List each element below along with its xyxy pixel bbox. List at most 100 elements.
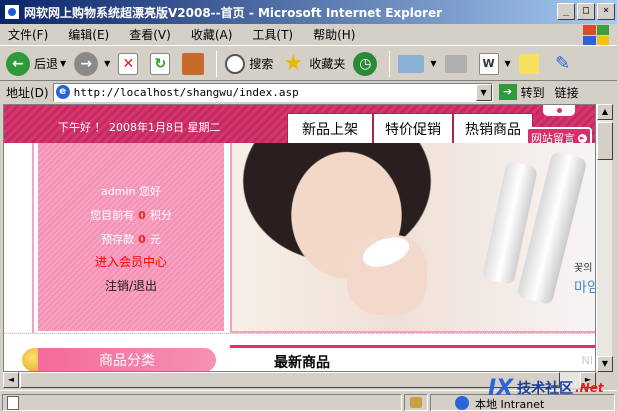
scroll-left-icon[interactable]: ◄ bbox=[3, 372, 19, 388]
page-viewport: 下午好 ！ 2008年1月8日 星期二 新品上架 特价促销 热销商品 网站留言 … bbox=[3, 104, 596, 372]
user-greeting: admin 您好 bbox=[101, 185, 161, 198]
new-products-tag: NI bbox=[581, 354, 593, 367]
vertical-scrollbar[interactable]: ▲ ▼ bbox=[596, 104, 613, 372]
status-security bbox=[404, 394, 428, 411]
status-bar: 本地 Intranet bbox=[0, 390, 617, 412]
printer-icon bbox=[444, 54, 467, 73]
edit-dropdown-icon[interactable]: ▼ bbox=[505, 59, 511, 68]
deposit-suffix: 元 bbox=[149, 233, 161, 246]
address-dropdown-icon[interactable]: ▼ bbox=[475, 83, 492, 101]
menu-edit[interactable]: 编辑(E) bbox=[68, 26, 109, 43]
back-dropdown-icon[interactable]: ▼ bbox=[60, 59, 66, 68]
promo-banner[interactable]: 꽃의 마임 bbox=[230, 143, 595, 333]
go-arrow-icon: ➔ bbox=[498, 84, 517, 100]
minimize-button[interactable]: _ bbox=[557, 3, 575, 20]
horizontal-scrollbar[interactable]: ◄ ► bbox=[3, 372, 596, 388]
menu-file[interactable]: 文件(F) bbox=[8, 26, 48, 43]
scroll-thumb[interactable] bbox=[597, 122, 613, 160]
word-edit-icon: W bbox=[478, 52, 499, 75]
greeting-date: 下午好 ！ 2008年1月8日 星期二 bbox=[58, 121, 221, 134]
stop-button[interactable]: ✕ bbox=[118, 52, 142, 75]
page-done-icon bbox=[7, 396, 19, 410]
search-icon bbox=[225, 53, 246, 74]
favorites-label: 收藏夹 bbox=[309, 57, 346, 71]
stop-icon: ✕ bbox=[118, 52, 139, 75]
user-panel: admin 您好 您目前有 0 积分 预存款 0 元 进入会员中心 注销/退出 bbox=[38, 143, 224, 331]
discuss-button[interactable] bbox=[518, 53, 543, 74]
history-button[interactable]: ◷ bbox=[353, 51, 381, 76]
maximize-button[interactable]: □ bbox=[577, 3, 595, 20]
print-button[interactable] bbox=[444, 54, 471, 73]
windows-logo-icon bbox=[583, 25, 609, 45]
forward-arrow-icon: → bbox=[74, 51, 99, 76]
tab-hot-items[interactable]: 热销商品 bbox=[453, 113, 533, 143]
star-icon: ★ bbox=[283, 51, 304, 76]
logout-link[interactable]: 注销/退出 bbox=[38, 277, 224, 294]
ie-app-icon bbox=[4, 4, 20, 20]
arrow-right-icon: ► bbox=[578, 133, 587, 143]
refresh-icon: ↻ bbox=[150, 52, 171, 75]
zone-label: 本地 Intranet bbox=[475, 398, 545, 411]
deposit-prefix: 预存款 bbox=[101, 233, 135, 246]
forward-button[interactable]: → ▼ bbox=[74, 51, 110, 76]
toolbar-separator bbox=[216, 50, 218, 77]
deposit-value: 0 bbox=[138, 233, 146, 246]
points-suffix: 积分 bbox=[149, 209, 172, 222]
window-title: 网软网上购物系统超漂亮版V2008--首页 - Microsoft Intern… bbox=[24, 5, 443, 20]
page-ie-icon: e bbox=[55, 85, 70, 99]
scroll-right-icon[interactable]: ► bbox=[580, 372, 596, 388]
scroll-up-icon[interactable]: ▲ bbox=[597, 104, 613, 120]
standard-toolbar: ← 后退 ▼ → ▼ ✕ ↻ 搜索 ★ 收藏夹 ◷ ▼ W ▼ ✎ bbox=[0, 47, 617, 81]
title-bar: 网软网上购物系统超漂亮版V2008--首页 - Microsoft Intern… bbox=[0, 0, 617, 24]
search-button[interactable]: 搜索 bbox=[225, 53, 274, 74]
forward-dropdown-icon[interactable]: ▼ bbox=[104, 59, 110, 68]
home-button[interactable] bbox=[182, 52, 208, 75]
back-label: 后退 bbox=[34, 57, 59, 71]
links-button[interactable]: 链接 bbox=[555, 84, 579, 101]
go-label: 转到 bbox=[520, 85, 545, 100]
status-main bbox=[2, 394, 402, 411]
refresh-button[interactable]: ↻ bbox=[150, 52, 174, 75]
address-bar: 地址(D) e http://localhost/shangwu/index.a… bbox=[0, 81, 617, 103]
menu-help[interactable]: 帮助(H) bbox=[313, 26, 355, 43]
menu-favorites[interactable]: 收藏(A) bbox=[191, 26, 233, 43]
guestbook-hanger-icon bbox=[542, 105, 576, 117]
menu-tools[interactable]: 工具(T) bbox=[252, 26, 293, 43]
tab-promotions[interactable]: 特价促销 bbox=[373, 113, 453, 143]
search-label: 搜索 bbox=[249, 57, 274, 71]
address-input[interactable]: e http://localhost/shangwu/index.asp ▼ bbox=[52, 82, 493, 102]
address-url[interactable]: http://localhost/shangwu/index.asp bbox=[74, 86, 299, 99]
banner-brand-text: 마임 bbox=[574, 280, 595, 296]
back-button[interactable]: ← 后退 ▼ bbox=[6, 51, 66, 76]
go-button[interactable]: ➔ 转到 bbox=[498, 84, 545, 101]
left-strip bbox=[4, 143, 34, 333]
history-icon: ◷ bbox=[353, 51, 378, 76]
new-products-header: 最新商品 NI bbox=[230, 345, 595, 371]
scroll-down-icon[interactable]: ▼ bbox=[597, 356, 613, 372]
close-button[interactable]: × bbox=[597, 3, 615, 20]
tab-new-arrivals[interactable]: 新品上架 bbox=[287, 113, 373, 143]
messenger-icon: ✎ bbox=[555, 53, 571, 74]
lock-icon bbox=[410, 397, 422, 408]
menu-bar: 文件(F) 编辑(E) 查看(V) 收藏(A) 工具(T) 帮助(H) bbox=[0, 24, 617, 46]
user-deposit: 预存款 0 元 bbox=[38, 231, 224, 247]
member-center-link[interactable]: 进入会员中心 bbox=[38, 253, 224, 270]
mail-icon bbox=[398, 54, 425, 73]
messenger-button[interactable]: ✎ bbox=[551, 52, 579, 76]
hscroll-thumb[interactable] bbox=[20, 372, 560, 388]
home-icon bbox=[182, 52, 205, 75]
banner-text: 꽃의 bbox=[574, 263, 593, 274]
points-prefix: 您目前有 bbox=[90, 209, 135, 222]
favorites-button[interactable]: ★ 收藏夹 bbox=[281, 51, 346, 76]
page-header: 下午好 ！ 2008年1月8日 星期二 新品上架 特价促销 热销商品 bbox=[4, 105, 595, 143]
menu-view[interactable]: 查看(V) bbox=[129, 26, 171, 43]
edit-button[interactable]: W ▼ bbox=[478, 52, 511, 75]
intranet-zone-icon bbox=[455, 396, 469, 410]
note-icon bbox=[518, 53, 539, 74]
points-value: 0 bbox=[138, 209, 146, 222]
status-zone: 本地 Intranet bbox=[430, 394, 615, 411]
mail-dropdown-icon[interactable]: ▼ bbox=[430, 59, 436, 68]
window-controls: _ □ × bbox=[557, 3, 615, 20]
mail-button[interactable]: ▼ bbox=[398, 54, 437, 73]
new-products-title: 最新商品 bbox=[274, 355, 330, 371]
